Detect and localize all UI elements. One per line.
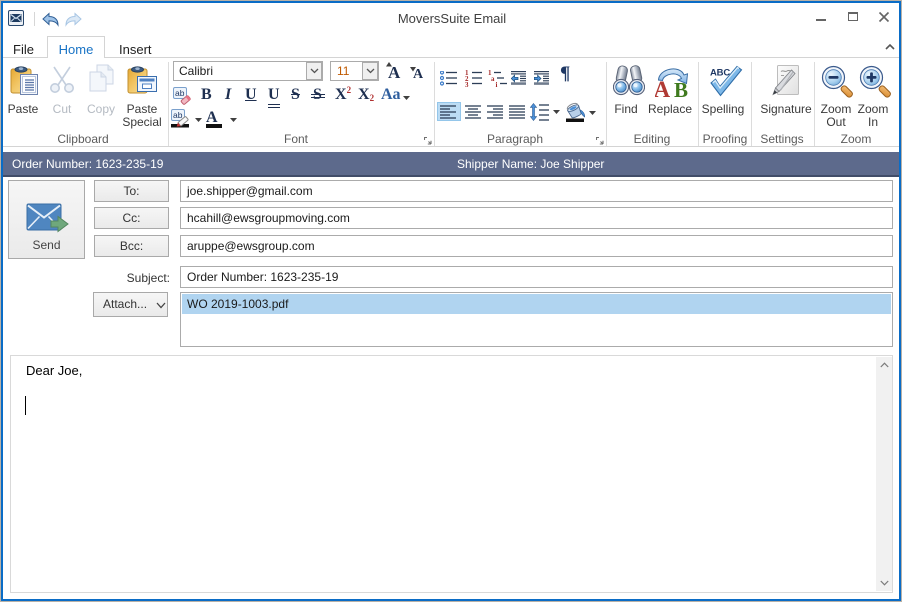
svg-text:ab: ab (173, 110, 183, 120)
svg-text:ab: ab (175, 88, 185, 98)
svg-text:i: i (496, 81, 498, 87)
svg-text:a: a (491, 75, 495, 83)
svg-text:A: A (655, 77, 671, 100)
svg-text:B: B (674, 78, 688, 100)
svg-text:ABC: ABC (710, 68, 730, 79)
svg-text:3: 3 (465, 81, 469, 87)
